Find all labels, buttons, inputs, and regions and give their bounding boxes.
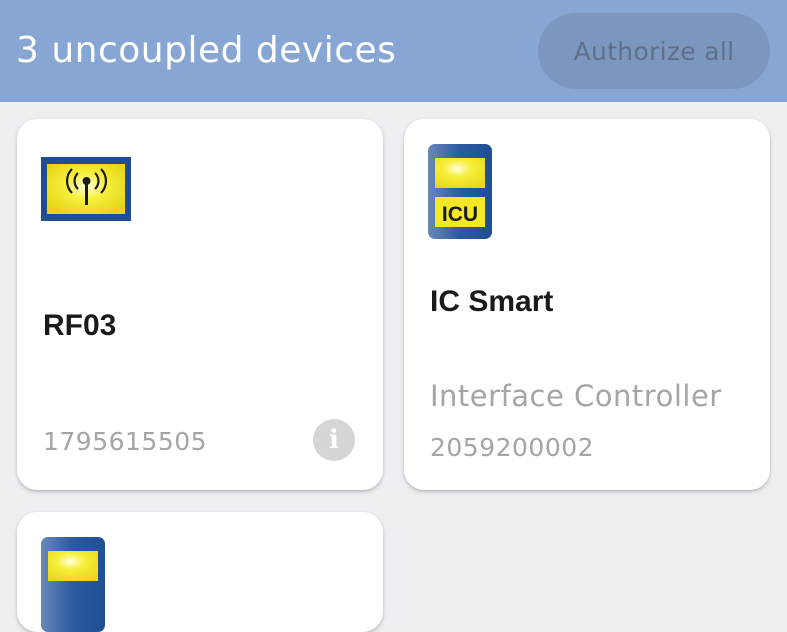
device-card-third[interactable] <box>17 512 383 632</box>
rf-antenna-icon <box>41 157 131 221</box>
device-card-rf03[interactable]: RF03 1795615505 i <box>17 119 383 490</box>
svg-text:ICU: ICU <box>442 203 478 226</box>
device-name: IC Smart <box>430 285 554 318</box>
icu-module-icon <box>41 537 105 632</box>
top-bar: 3 uncoupled devices Authorize all <box>0 0 787 102</box>
uncoupled-devices-title: 3 uncoupled devices <box>16 30 397 71</box>
authorize-all-button[interactable]: Authorize all <box>538 13 770 89</box>
device-card-ic-smart[interactable]: ICU IC Smart Interface Controller 205920… <box>404 119 770 490</box>
device-serial: 2059200002 <box>430 433 595 462</box>
device-description: Interface Controller <box>430 379 722 413</box>
device-name: RF03 <box>43 309 117 342</box>
device-serial: 1795615505 <box>43 427 208 456</box>
info-icon[interactable]: i <box>313 419 355 461</box>
icu-module-icon: ICU <box>428 144 492 239</box>
